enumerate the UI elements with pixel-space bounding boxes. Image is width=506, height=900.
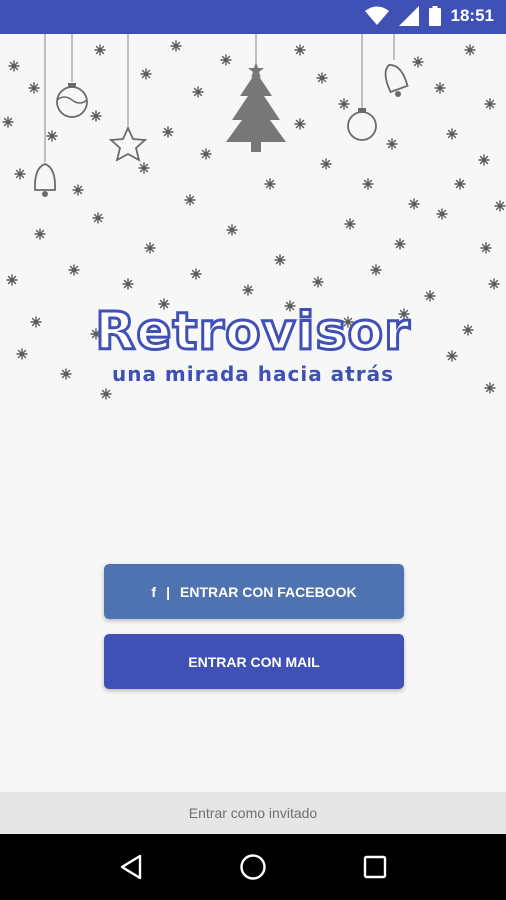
recents-icon xyxy=(363,855,387,879)
status-bar: 18:51 xyxy=(0,0,506,34)
recents-button[interactable] xyxy=(355,847,395,887)
battery-icon xyxy=(428,6,441,26)
mail-button-label: ENTRAR CON MAIL xyxy=(188,653,320,670)
status-icons: 18:51 xyxy=(364,6,494,26)
guest-label: Entrar como invitado xyxy=(188,805,318,821)
signal-icon xyxy=(398,6,419,26)
back-icon xyxy=(120,854,142,880)
guest-login-link[interactable]: Entrar como invitado xyxy=(0,792,506,834)
main-screen: Retrovisor una mirada hacia atrás f | EN… xyxy=(0,34,506,792)
logo-subtitle: una mirada hacia atrás xyxy=(112,362,394,386)
button-separator: | xyxy=(166,583,171,600)
status-time: 18:51 xyxy=(450,6,494,25)
home-button[interactable] xyxy=(233,847,273,887)
app-logo: Retrovisor una mirada hacia atrás xyxy=(0,302,506,387)
mail-login-button[interactable]: ENTRAR CON MAIL xyxy=(104,634,404,689)
wifi-icon xyxy=(364,6,389,25)
facebook-button-label: ENTRAR CON FACEBOOK xyxy=(180,583,357,600)
facebook-icon: f xyxy=(151,583,157,600)
facebook-login-button[interactable]: f | ENTRAR CON FACEBOOK xyxy=(104,564,404,619)
logo-title: Retrovisor xyxy=(94,302,412,362)
home-icon xyxy=(240,854,266,880)
navigation-bar xyxy=(0,834,506,900)
back-button[interactable] xyxy=(111,847,151,887)
